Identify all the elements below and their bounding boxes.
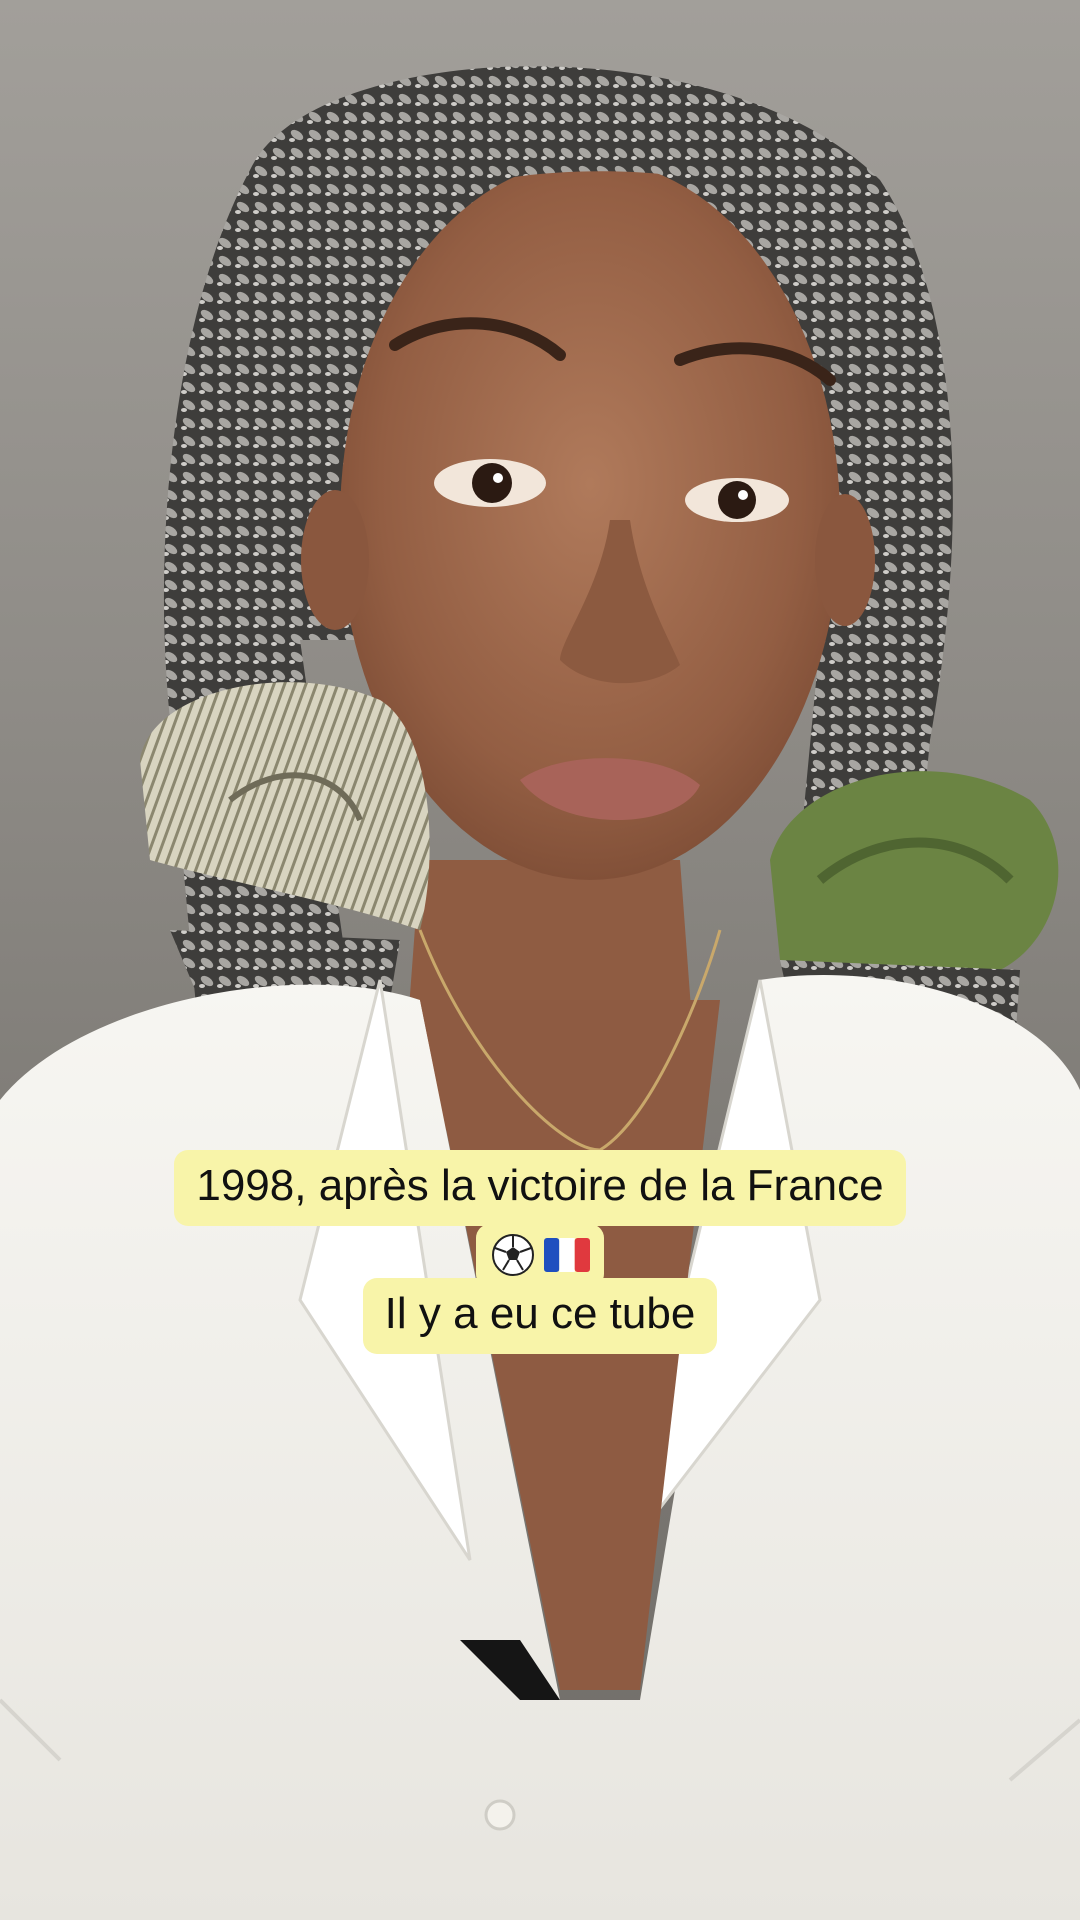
video-frame[interactable]: 1998, après la victoire de la France Il … bbox=[0, 0, 1080, 1920]
striped-scrunchie bbox=[140, 682, 430, 930]
video-scene bbox=[0, 66, 1080, 1920]
green-scrunchie bbox=[770, 771, 1059, 989]
